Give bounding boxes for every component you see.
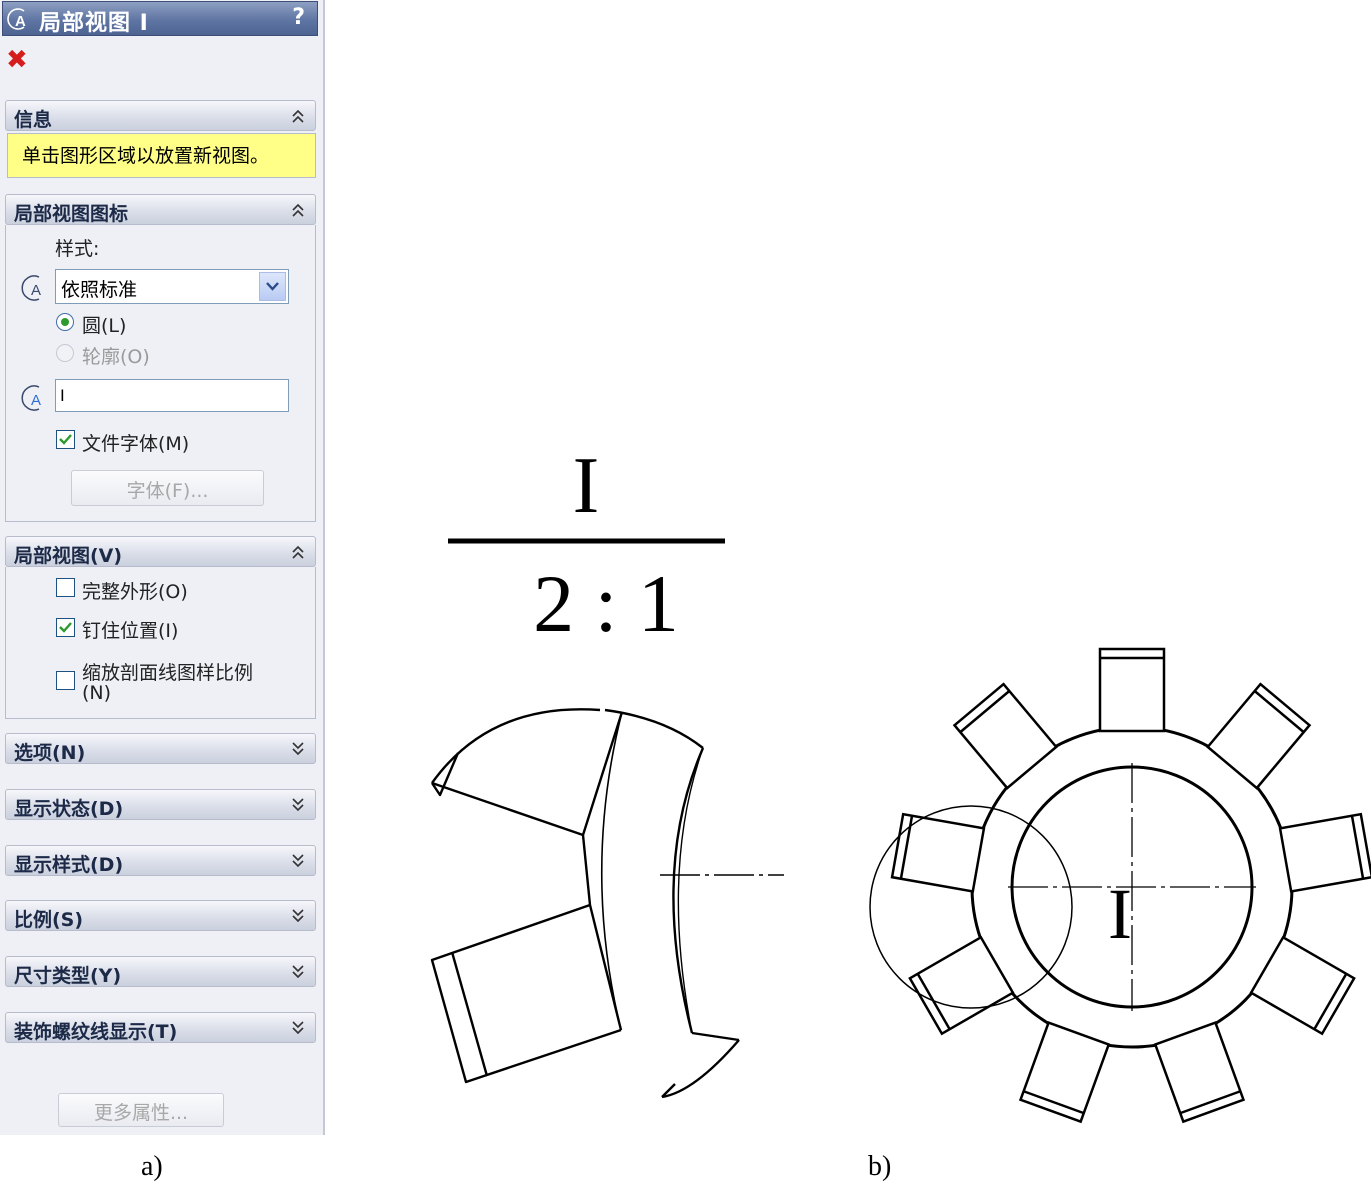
caption-b: b) — [868, 1151, 892, 1182]
caption-a: a) — [141, 1151, 163, 1182]
detail-view-label: I — [573, 442, 600, 530]
detail-circle-label: I — [1108, 874, 1132, 954]
detail-view-drawing[interactable] — [430, 708, 784, 1099]
scale-label: 2 : 1 — [533, 558, 679, 649]
drawing-canvas[interactable]: I 2 : 1 I — [0, 0, 1371, 1184]
